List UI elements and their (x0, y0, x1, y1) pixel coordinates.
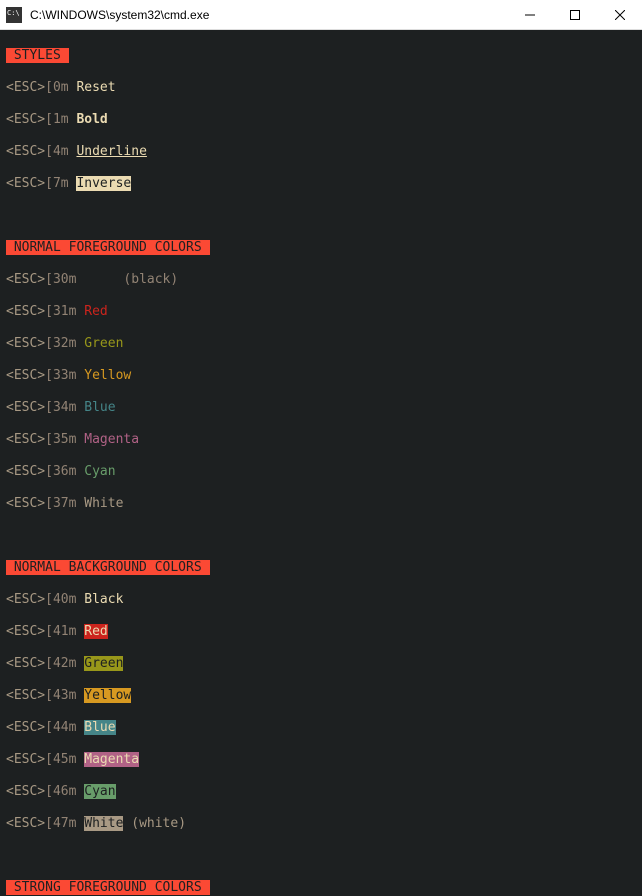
output-line: <ESC>[7m Inverse (6, 176, 636, 192)
output-line: <ESC>[45m Magenta (6, 752, 636, 768)
output-line: <ESC>[1m Bold (6, 112, 636, 128)
output-line: <ESC>[41m Red (6, 624, 636, 640)
section-header-styles: STYLES (6, 48, 69, 63)
window-title: C:\WINDOWS\system32\cmd.exe (28, 8, 507, 22)
terminal-output[interactable]: STYLES <ESC>[0m Reset <ESC>[1m Bold <ESC… (0, 30, 642, 896)
output-line: <ESC>[34m Blue (6, 400, 636, 416)
output-line: <ESC>[36m Cyan (6, 464, 636, 480)
maximize-button[interactable] (552, 0, 597, 30)
output-line: <ESC>[47m White (white) (6, 816, 636, 832)
output-line: <ESC>[0m Reset (6, 80, 636, 96)
output-line: <ESC>[31m Red (6, 304, 636, 320)
window-titlebar: C:\WINDOWS\system32\cmd.exe (0, 0, 642, 30)
output-line: <ESC>[37m White (6, 496, 636, 512)
output-line: <ESC>[46m Cyan (6, 784, 636, 800)
window-controls (507, 0, 642, 30)
output-line: <ESC>[35m Magenta (6, 432, 636, 448)
output-line: <ESC>[33m Yellow (6, 368, 636, 384)
output-line: <ESC>[40m Black (6, 592, 636, 608)
minimize-button[interactable] (507, 0, 552, 30)
output-line: <ESC>[30m (black) (6, 272, 636, 288)
cmd-icon (6, 7, 22, 23)
output-line: <ESC>[32m Green (6, 336, 636, 352)
output-line: <ESC>[4m Underline (6, 144, 636, 160)
output-line: <ESC>[44m Blue (6, 720, 636, 736)
close-button[interactable] (597, 0, 642, 30)
output-line: <ESC>[42m Green (6, 656, 636, 672)
section-header-sfg: STRONG FOREGROUND COLORS (6, 880, 210, 895)
section-header-nbg: NORMAL BACKGROUND COLORS (6, 560, 210, 575)
section-header-nfg: NORMAL FOREGROUND COLORS (6, 240, 210, 255)
output-line: <ESC>[43m Yellow (6, 688, 636, 704)
